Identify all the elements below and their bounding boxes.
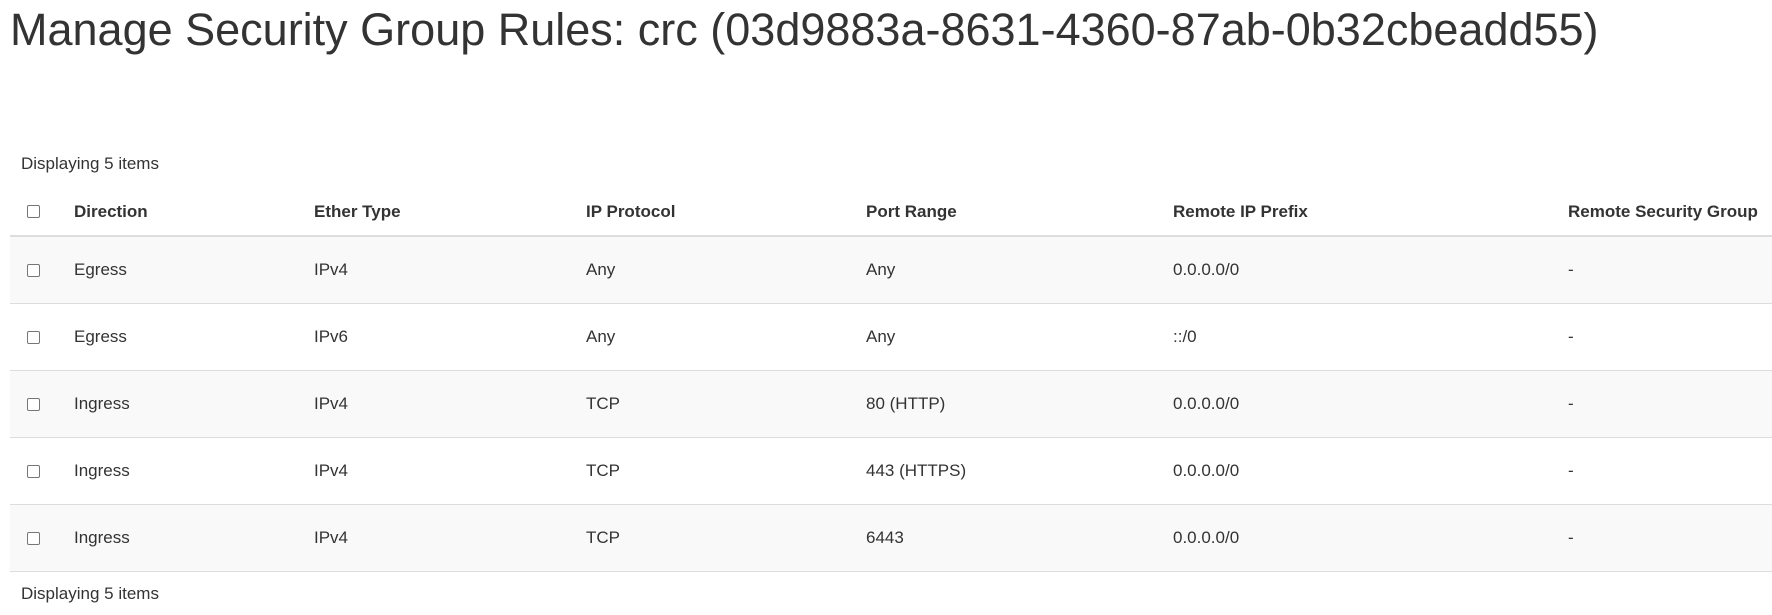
cell-ip-protocol: Any [586,236,866,304]
row-checkbox[interactable] [27,397,40,411]
column-header-ether-type[interactable]: Ether Type [314,188,586,237]
row-select-cell [10,504,74,572]
cell-remote-security-group: - [1568,437,1772,505]
cell-remote-ip-prefix: 0.0.0.0/0 [1173,236,1568,304]
cell-remote-security-group: - [1568,504,1772,572]
table-item-count-top: Displaying 5 items [21,154,159,173]
cell-direction: Ingress [74,437,314,505]
table-row: Ingress IPv4 TCP 80 (HTTP) 0.0.0.0/0 - [10,370,1772,438]
table-row: Egress IPv4 Any Any 0.0.0.0/0 - [10,236,1772,304]
row-checkbox[interactable] [27,531,40,545]
cell-port-range: Any [866,236,1173,304]
cell-remote-ip-prefix: 0.0.0.0/0 [1173,370,1568,438]
row-checkbox[interactable] [27,464,40,478]
cell-port-range: 80 (HTTP) [866,370,1173,438]
cell-ip-protocol: Any [586,303,866,371]
table-row: Egress IPv6 Any Any ::/0 - [10,303,1772,371]
cell-remote-ip-prefix: 0.0.0.0/0 [1173,504,1568,572]
column-header-direction[interactable]: Direction [74,188,314,237]
cell-port-range: Any [866,303,1173,371]
row-select-cell [10,303,74,371]
cell-ip-protocol: TCP [586,437,866,505]
select-all-cell [10,188,74,237]
select-all-checkbox[interactable] [27,205,40,218]
cell-remote-ip-prefix: 0.0.0.0/0 [1173,437,1568,505]
cell-direction: Egress [74,236,314,304]
cell-remote-security-group: - [1568,236,1772,304]
cell-ether-type: IPv6 [314,303,586,371]
page-title: Manage Security Group Rules: crc (03d988… [10,4,1599,55]
row-select-cell [10,437,74,505]
column-header-port-range[interactable]: Port Range [866,188,1173,237]
column-header-ip-protocol[interactable]: IP Protocol [586,188,866,237]
column-header-remote-ip-prefix[interactable]: Remote IP Prefix [1173,188,1568,237]
cell-remote-security-group: - [1568,370,1772,438]
cell-ether-type: IPv4 [314,504,586,572]
column-header-remote-security-group[interactable]: Remote Security Group [1568,188,1772,237]
cell-port-range: 443 (HTTPS) [866,437,1173,505]
table-row: Ingress IPv4 TCP 443 (HTTPS) 0.0.0.0/0 - [10,437,1772,505]
table-header-row: Direction Ether Type IP Protocol Port Ra… [10,188,1772,237]
cell-ip-protocol: TCP [586,504,866,572]
cell-direction: Egress [74,303,314,371]
cell-ether-type: IPv4 [314,370,586,438]
table-item-count-bottom: Displaying 5 items [21,584,159,603]
cell-port-range: 6443 [866,504,1173,572]
cell-direction: Ingress [74,370,314,438]
cell-remote-ip-prefix: ::/0 [1173,303,1568,371]
cell-ether-type: IPv4 [314,236,586,304]
row-checkbox[interactable] [27,330,40,344]
cell-ether-type: IPv4 [314,437,586,505]
row-select-cell [10,236,74,304]
cell-ip-protocol: TCP [586,370,866,438]
row-checkbox[interactable] [27,263,40,277]
cell-direction: Ingress [74,504,314,572]
row-select-cell [10,370,74,438]
security-group-rules-table: Direction Ether Type IP Protocol Port Ra… [10,188,1772,572]
table-row: Ingress IPv4 TCP 6443 0.0.0.0/0 - [10,504,1772,572]
cell-remote-security-group: - [1568,303,1772,371]
